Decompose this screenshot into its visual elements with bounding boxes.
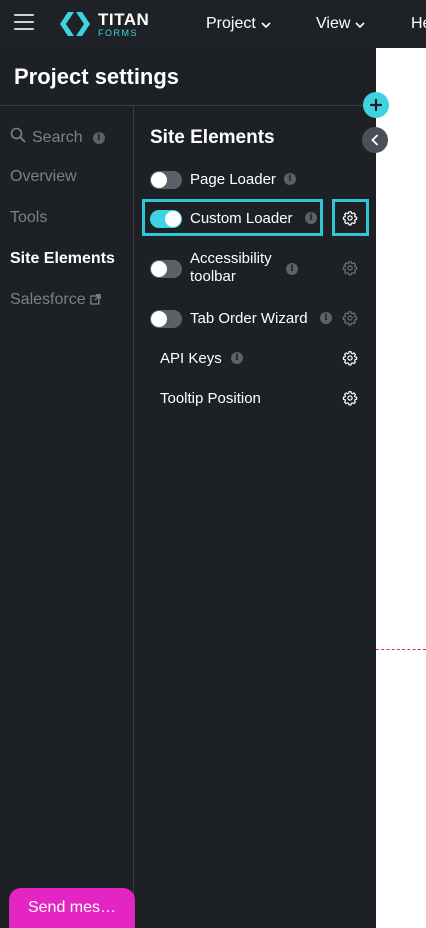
page-loader-toggle[interactable] (150, 171, 182, 189)
menu-view-label: View (316, 15, 351, 32)
chevron-down-icon (261, 15, 271, 33)
tooltip-position-label: Tooltip Position (160, 390, 261, 407)
accessibility-toolbar-label-line2: toolbar (190, 268, 236, 285)
api-keys-label: API Keys (160, 350, 222, 367)
nav-item-tools[interactable]: Tools (10, 209, 47, 227)
panel-divider (0, 105, 376, 106)
tab-order-wizard-label: Tab Order Wizard (190, 310, 308, 327)
nav-item-site-elements[interactable]: Site Elements (10, 250, 115, 268)
tab-order-wizard-toggle[interactable] (150, 310, 182, 328)
send-message-button[interactable]: Send mes… (9, 888, 135, 928)
logo-subtitle: FORMS (98, 27, 138, 38)
chevron-left-icon (371, 134, 379, 146)
custom-loader-toggle[interactable] (150, 210, 182, 228)
info-icon[interactable]: i (320, 312, 332, 324)
info-icon[interactable]: i (305, 212, 317, 224)
titan-forms-logo[interactable]: TITAN FORMS (60, 8, 149, 40)
search-icon (10, 127, 26, 148)
gear-icon[interactable] (342, 210, 358, 226)
menu-view[interactable]: View (316, 15, 365, 33)
panel-title: Project settings (14, 64, 180, 89)
gear-icon[interactable] (342, 350, 358, 366)
add-element-button[interactable] (363, 92, 389, 118)
canvas-guide-line (376, 649, 426, 650)
logo-title: TITAN (98, 9, 150, 29)
nav-divider (133, 106, 134, 928)
accessibility-toolbar-toggle[interactable] (150, 260, 182, 278)
info-icon[interactable]: i (92, 131, 105, 144)
plus-icon (370, 99, 382, 111)
search-input[interactable]: Search i (10, 127, 105, 148)
gear-icon[interactable] (342, 260, 358, 276)
gear-icon[interactable] (342, 310, 358, 326)
nav-item-salesforce-label: Salesforce (10, 291, 86, 308)
menu-help[interactable]: He (411, 15, 426, 33)
accessibility-toolbar-label: Accessibility toolbar (190, 250, 272, 286)
search-placeholder: Search (32, 128, 83, 146)
menu-project-label: Project (206, 15, 256, 32)
nav-item-overview[interactable]: Overview (10, 168, 77, 186)
project-settings-panel: Project settings Search i Overview Tools… (0, 48, 376, 928)
top-bar: TITAN FORMS Project View He (0, 0, 426, 48)
collapse-panel-button[interactable] (362, 127, 388, 153)
page-loader-label: Page Loader (190, 171, 276, 188)
canvas-area[interactable] (376, 48, 426, 928)
custom-loader-label: Custom Loader (190, 210, 293, 227)
gear-icon[interactable] (342, 390, 358, 406)
nav-item-salesforce[interactable]: Salesforce (10, 291, 101, 310)
menu-help-label: He (411, 15, 426, 32)
menu-project[interactable]: Project (206, 15, 271, 33)
chevron-down-icon (355, 15, 365, 33)
site-elements-title: Site Elements (150, 127, 275, 148)
accessibility-toolbar-label-line1: Accessibility (190, 250, 272, 267)
info-icon[interactable]: i (286, 263, 298, 275)
info-icon[interactable]: i (284, 173, 296, 185)
external-link-icon (89, 292, 101, 310)
titan-logo-icon (60, 12, 90, 36)
info-icon[interactable]: i (231, 352, 243, 364)
hamburger-menu-icon[interactable] (14, 14, 34, 32)
